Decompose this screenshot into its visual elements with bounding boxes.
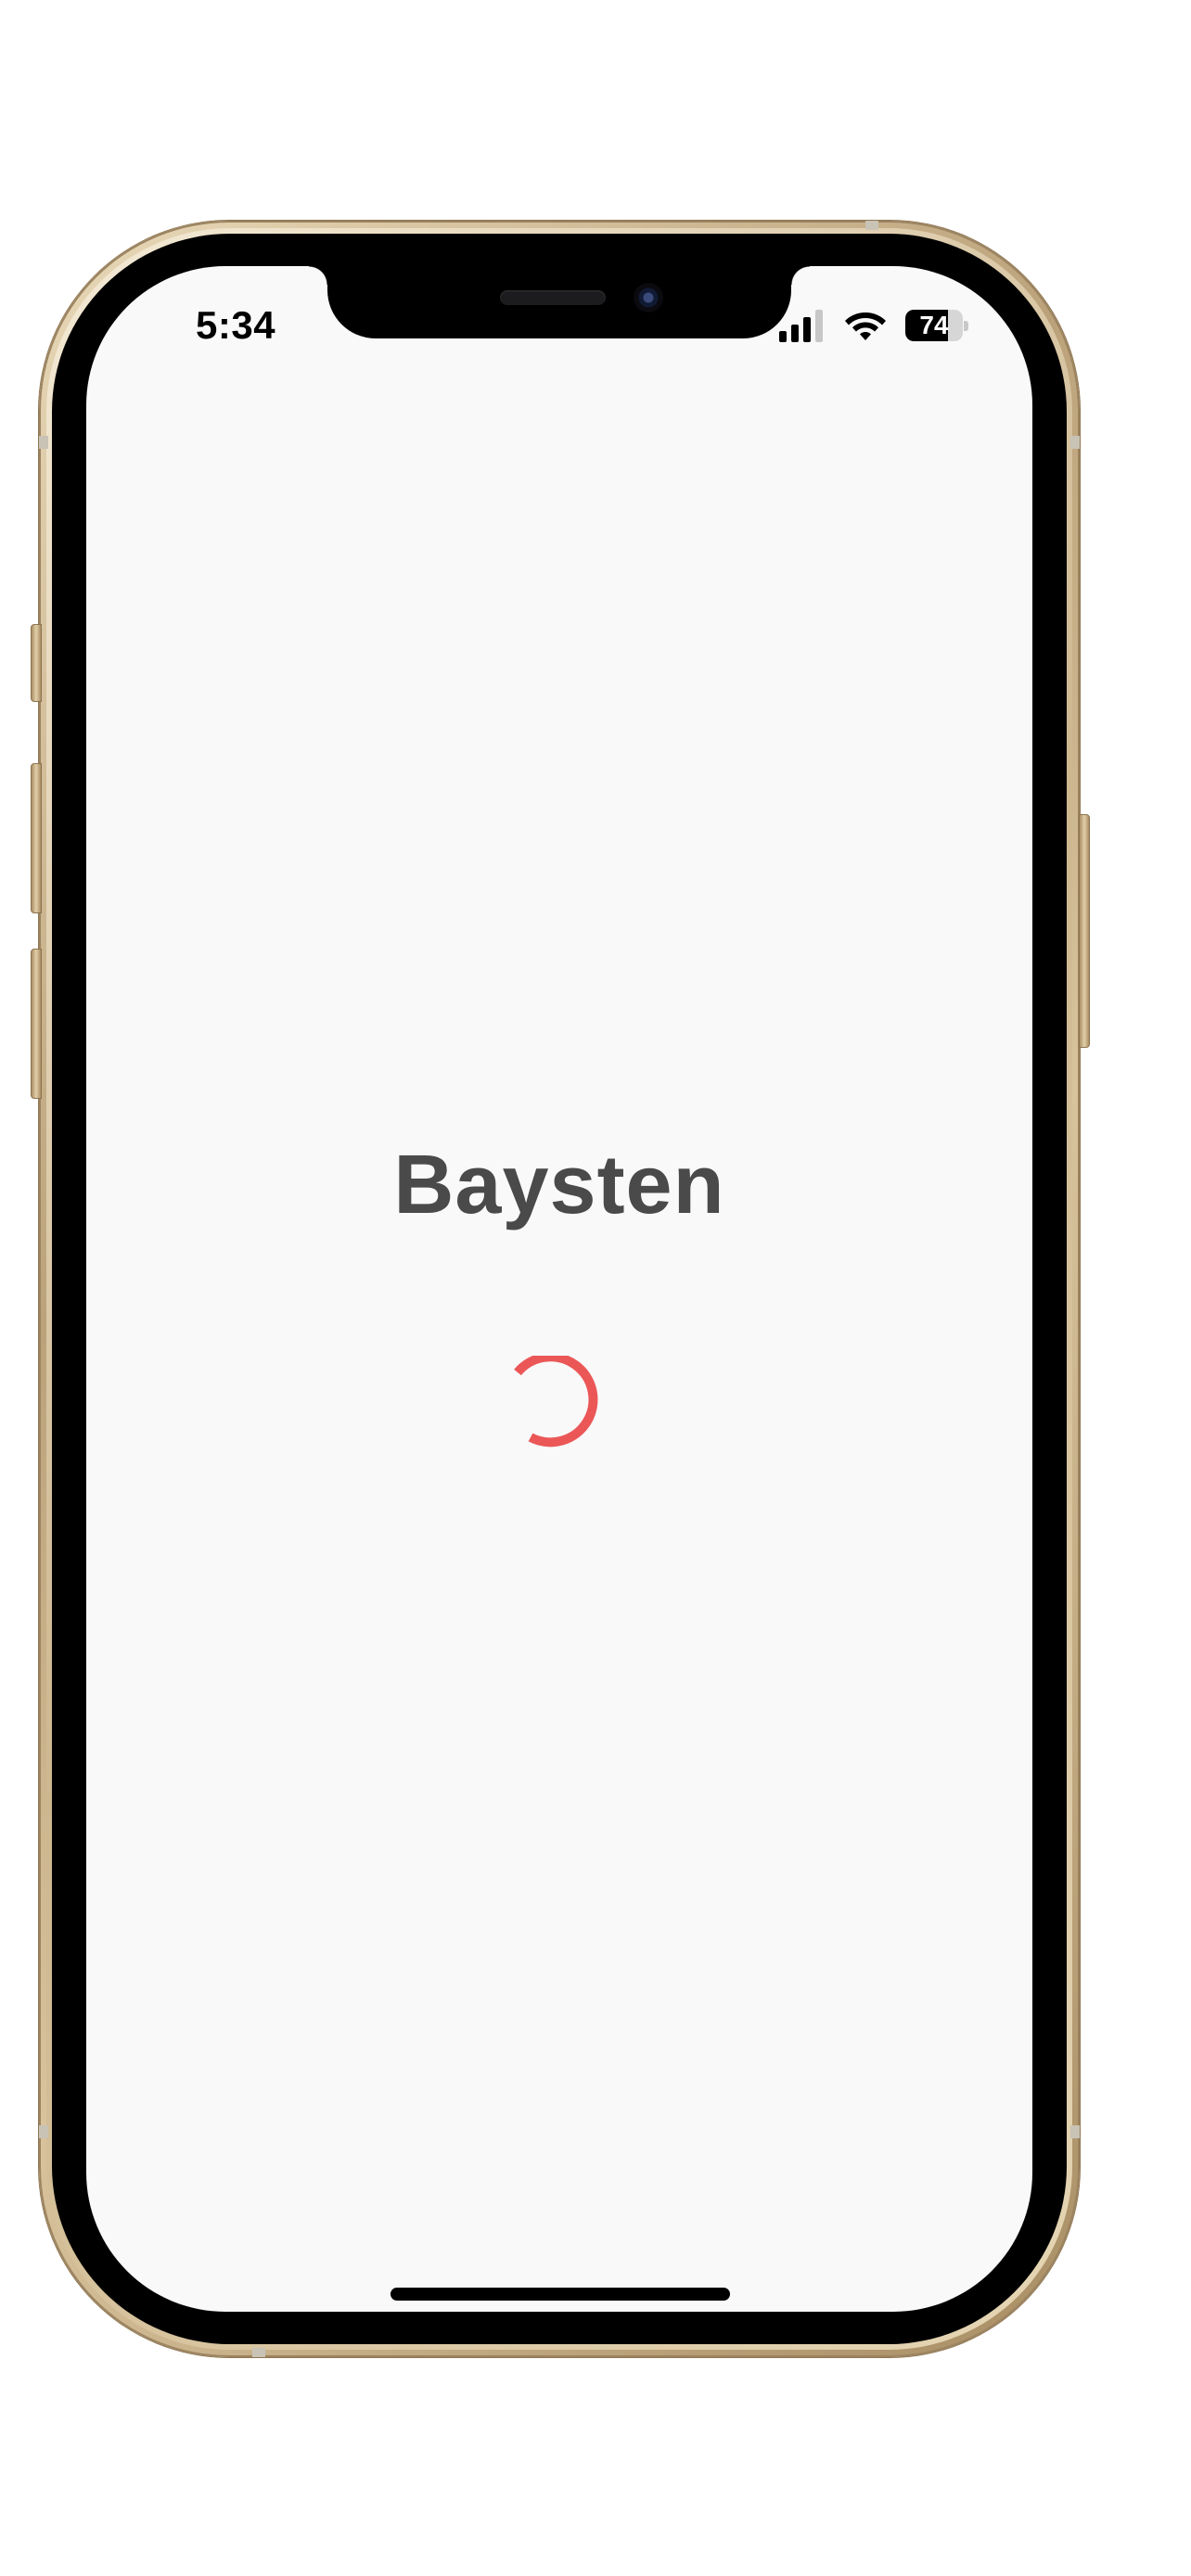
cellular-signal-icon: [779, 310, 823, 342]
app-title: Baysten: [393, 1139, 725, 1231]
earpiece-speaker: [500, 290, 606, 305]
antenna-band: [39, 2125, 48, 2138]
battery-cap: [964, 321, 968, 331]
silent-switch: [31, 624, 42, 702]
battery-level: 74: [919, 311, 949, 339]
notch: [309, 266, 810, 338]
volume-up-button: [31, 763, 42, 913]
power-button: [1079, 814, 1090, 1048]
status-time: 5:34: [196, 303, 276, 347]
volume-down-button: [31, 949, 42, 1099]
antenna-band: [252, 2348, 265, 2357]
battery-icon: 74: [905, 310, 968, 341]
wifi-icon: [845, 312, 886, 340]
antenna-band: [1070, 436, 1080, 449]
antenna-band: [865, 221, 878, 230]
front-camera: [634, 283, 663, 312]
home-indicator[interactable]: [391, 2288, 730, 2301]
loading-spinner-icon: [514, 1356, 598, 1447]
antenna-band: [39, 436, 48, 449]
status-indicators: 74: [777, 309, 968, 342]
phone-screen: 5:34 74 Baysten: [86, 266, 1032, 2312]
antenna-band: [1070, 2125, 1080, 2138]
